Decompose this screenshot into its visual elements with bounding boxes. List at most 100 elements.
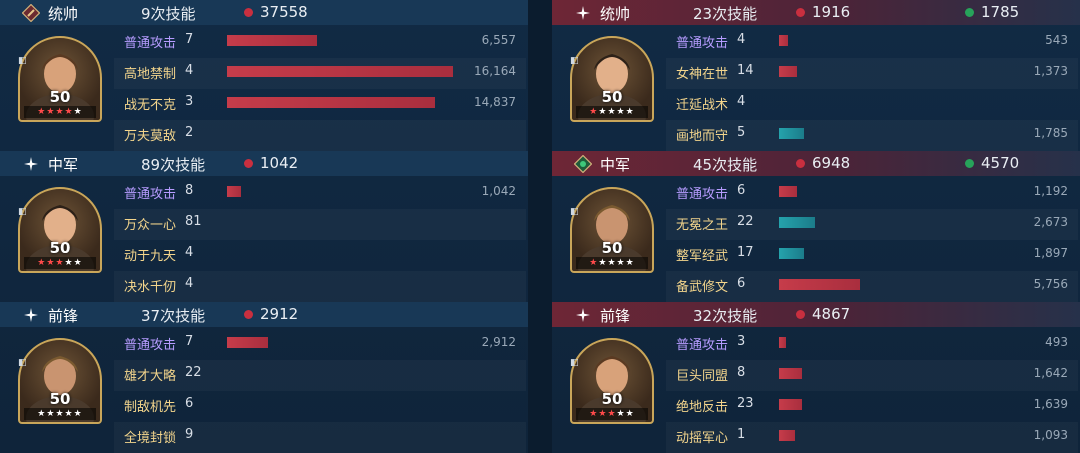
section-header: 中军 89次技能 1042 [0, 151, 528, 176]
skill-row[interactable]: 普通攻击 4 543 [666, 27, 1078, 58]
skill-row[interactable]: 万众一心 81 [114, 209, 526, 240]
skill-row[interactable]: 普通攻击 8 1,042 [114, 178, 526, 209]
skill-times: 22 [185, 365, 202, 380]
skill-damage: 543 [1045, 33, 1068, 47]
damage-dot-icon [796, 159, 805, 168]
skill-times: 2 [185, 125, 194, 140]
star-icon: ★ [607, 409, 617, 419]
hero-portrait[interactable]: 50 ★★★★★ [18, 36, 102, 122]
skill-times: 4 [185, 63, 194, 78]
star-icon: ★ [37, 409, 47, 419]
skill-row[interactable]: 雄才大略 22 [114, 360, 526, 391]
total-damage: 1916 [812, 3, 851, 21]
skill-damage: 16,164 [474, 64, 516, 78]
skill-row[interactable]: 绝地反击 23 1,639 [666, 391, 1078, 422]
hero-portrait[interactable]: 50 ★★★★★ [18, 187, 102, 273]
skill-row[interactable]: 动于九天 4 [114, 240, 526, 271]
skill-row[interactable]: 高地禁制 4 16,164 [114, 58, 526, 89]
star-icon: ★ [73, 107, 83, 117]
skill-times: 6 [737, 276, 746, 291]
skill-times: 7 [185, 32, 194, 47]
section-header: 统帅 23次技能 1916 1785 [552, 0, 1080, 25]
skill-row[interactable]: 普通攻击 7 2,912 [114, 329, 526, 360]
skill-row[interactable]: 整军经武 17 1,897 [666, 240, 1078, 271]
troop-section-2: 中军 89次技能 1042 50 ★★★★★ ◧ 普通攻击 8 1,042 万众一心 81 动于九天 4… [0, 151, 528, 301]
star-icon: ★ [64, 409, 74, 419]
hero-portrait[interactable]: 50 ★★★★★ [570, 36, 654, 122]
damage-bar [779, 128, 804, 139]
skill-row[interactable]: 普通攻击 6 1,192 [666, 178, 1078, 209]
skill-row[interactable]: 备武修文 6 5,756 [666, 271, 1078, 302]
troop-section-3: 前锋 32次技能 4867 50 ★★★★★ ◧ 普通攻击 3 493 巨头同盟 8 1,642 绝地反… [552, 302, 1080, 452]
skill-name: 无冕之王 [676, 218, 729, 233]
damage-dot-icon [796, 8, 805, 17]
skill-damage: 1,639 [1033, 397, 1068, 411]
skill-row[interactable]: 迁延战术 4 [666, 89, 1078, 120]
hero-portrait[interactable]: 50 ★★★★★ [570, 338, 654, 424]
skill-times: 3 [185, 94, 194, 109]
skill-times: 6 [185, 396, 194, 411]
skill-row[interactable]: 普通攻击 7 6,557 [114, 27, 526, 58]
star-icon: ★ [607, 258, 617, 268]
skill-row[interactable]: 动摇军心 1 1,093 [666, 422, 1078, 453]
skill-count: 23次技能 [693, 5, 758, 23]
skill-damage: 2,912 [481, 335, 516, 349]
star-icon: ★ [589, 409, 599, 419]
hero-portrait[interactable]: 50 ★★★★★ [18, 338, 102, 424]
skill-count: 37次技能 [141, 307, 206, 325]
skill-row[interactable]: 女神在世 14 1,373 [666, 58, 1078, 89]
troop-section-2: 中军 45次技能 6948 4570 50 ★★★★★ ◧ 普通攻击 6 1,192 无冕之王 22 2… [552, 151, 1080, 301]
opponent-panel: 统帅 23次技能 1916 1785 50 ★★★★★ ◧ 普通攻击 4 543 女神在世 14 1,3… [552, 0, 1080, 453]
star-icon: ★ [616, 258, 626, 268]
skill-times: 8 [737, 365, 746, 380]
skill-name: 雄才大略 [124, 369, 177, 384]
skill-times: 4 [737, 94, 746, 109]
skill-name: 决水千仞 [124, 280, 177, 295]
hero-stars: ★★★★★ [576, 257, 648, 269]
skill-times: 23 [737, 396, 754, 411]
star-icon: ★ [55, 107, 65, 117]
role-label: 中军 [600, 156, 631, 174]
skill-damage: 1,897 [1033, 246, 1068, 260]
total-heal: 4570 [981, 154, 1020, 172]
skill-row[interactable]: 战无不克 3 14,837 [114, 89, 526, 120]
skill-row[interactable]: 普通攻击 3 493 [666, 329, 1078, 360]
troop-type-icon: ◧ [570, 358, 579, 368]
damage-dot-icon [796, 310, 805, 319]
skill-row[interactable]: 制敌机先 6 [114, 391, 526, 422]
hero-portrait[interactable]: 50 ★★★★★ [570, 187, 654, 273]
skill-count: 89次技能 [141, 156, 206, 174]
diamond-badge-icon [21, 3, 41, 23]
skill-row[interactable]: 决水千仞 4 [114, 271, 526, 302]
hero-level: 50 [601, 239, 623, 257]
skill-list: 普通攻击 7 2,912 雄才大略 22 制敌机先 6 全境封锁 9 [114, 329, 526, 453]
skill-name: 全境封锁 [124, 431, 177, 446]
role-label: 统帅 [600, 5, 631, 23]
green-gem-icon [573, 154, 593, 174]
skill-name: 绝地反击 [676, 400, 729, 415]
skill-row[interactable]: 全境封锁 9 [114, 422, 526, 453]
damage-bar [227, 186, 241, 197]
skill-row[interactable]: 万夫莫敌 2 [114, 120, 526, 151]
sparkle-icon [574, 306, 592, 324]
damage-bar [227, 35, 317, 46]
star-icon: ★ [589, 107, 599, 117]
skill-row[interactable]: 巨头同盟 8 1,642 [666, 360, 1078, 391]
skill-name: 高地禁制 [124, 67, 177, 82]
sparkle-icon [574, 4, 592, 22]
star-icon: ★ [37, 258, 47, 268]
skill-times: 4 [185, 245, 194, 260]
skill-name: 普通攻击 [676, 36, 729, 51]
damage-bar [779, 337, 786, 348]
skill-list: 普通攻击 7 6,557 高地禁制 4 16,164 战无不克 3 14,837 万夫莫敌 2 [114, 27, 526, 151]
skill-name: 动摇军心 [676, 431, 729, 446]
star-icon: ★ [616, 107, 626, 117]
troop-type-icon: ◧ [18, 56, 27, 66]
skill-name: 动于九天 [124, 249, 177, 264]
skill-row[interactable]: 画地而守 5 1,785 [666, 120, 1078, 151]
troop-type-icon: ◧ [18, 207, 27, 217]
skill-row[interactable]: 无冕之王 22 2,673 [666, 209, 1078, 240]
total-damage: 1042 [260, 154, 299, 172]
skill-times: 1 [737, 427, 746, 442]
damage-dot-icon [244, 159, 253, 168]
